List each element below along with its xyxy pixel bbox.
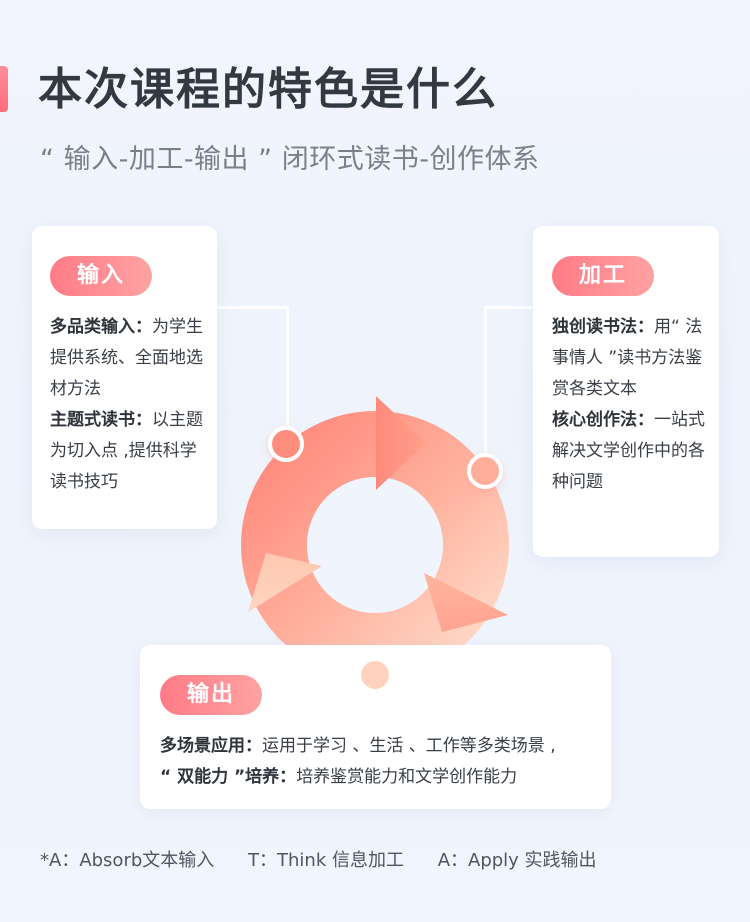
output-item-1: 多场景应用：运用于学习 、生活 、工作等多类场景 , — [160, 731, 600, 762]
node-dot-output — [357, 657, 393, 693]
output-item-2: “ 双能力 ”培养：培养鉴赏能力和文学创作能力 — [160, 762, 600, 793]
input-item-2: 主题式读书：以主题为切入点 ,提供科学读书技巧 — [50, 405, 210, 498]
process-item-2: 核心创作法：一站式解决文学创作中的各种问题 — [552, 405, 712, 498]
process-item-2-label: 核心创作法： — [552, 410, 654, 430]
output-item-2-label: “ 双能力 ”培养： — [160, 767, 297, 787]
ring-center — [307, 477, 443, 613]
input-card: 输入 多品类输入：为学生提供系统、全面地选材方法 主题式读书：以主题为切入点 ,… — [32, 226, 217, 529]
output-tag: 输出 — [160, 675, 262, 715]
output-item-1-label: 多场景应用： — [160, 736, 262, 756]
input-item-2-label: 主题式读书： — [50, 410, 152, 430]
output-card-body: 多场景应用：运用于学习 、生活 、工作等多类场景 , “ 双能力 ”培养：培养鉴… — [160, 731, 600, 793]
footer-absorb: *A：Absorb文本输入 — [40, 850, 215, 871]
input-card-body: 多品类输入：为学生提供系统、全面地选材方法 主题式读书：以主题为切入点 ,提供科… — [50, 312, 210, 498]
node-dot-input — [268, 426, 304, 462]
process-card: 加工 独创读书法：用“ 法事情人 ”读书方法鉴赏各类文本 核心创作法：一站式解决… — [533, 226, 719, 557]
process-tag: 加工 — [552, 256, 654, 296]
footer-apply: A：Apply 实践输出 — [437, 850, 597, 871]
process-item-1: 独创读书法：用“ 法事情人 ”读书方法鉴赏各类文本 — [552, 312, 712, 405]
process-card-body: 独创读书法：用“ 法事情人 ”读书方法鉴赏各类文本 核心创作法：一站式解决文学创… — [552, 312, 712, 498]
footer-legend: *A：Absorb文本输入 T：Think 信息加工 A：Apply 实践输出 — [40, 846, 625, 876]
input-item-1-label: 多品类输入： — [50, 317, 152, 337]
input-item-1: 多品类输入：为学生提供系统、全面地选材方法 — [50, 312, 210, 405]
node-dot-process — [467, 453, 503, 489]
process-item-1-label: 独创读书法： — [552, 317, 654, 337]
node-dot-output-wrap — [357, 657, 393, 693]
output-item-2-text: 培养鉴赏能力和文学创作能力 — [296, 767, 518, 787]
input-tag: 输入 — [50, 256, 152, 296]
footer-think: T：Think 信息加工 — [248, 850, 404, 871]
output-item-1-text: 运用于学习 、生活 、工作等多类场景 , — [262, 736, 556, 756]
